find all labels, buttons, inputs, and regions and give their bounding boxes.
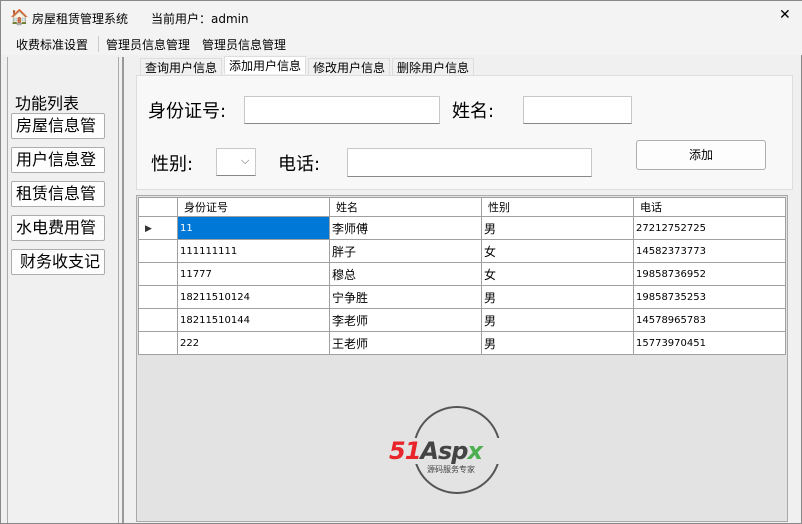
table-cell[interactable]: 111111111: [177, 239, 330, 263]
table-cell[interactable]: 穆总: [329, 262, 482, 286]
row-header[interactable]: [138, 308, 178, 332]
table-cell[interactable]: 11777: [177, 262, 330, 286]
menu-admin-info-2[interactable]: 管理员信息管理: [202, 36, 286, 53]
table-cell[interactable]: 18211510124: [177, 285, 330, 309]
tab-query-user[interactable]: 查询用户信息: [140, 58, 223, 76]
table-row[interactable]: 222 王老师男 15773970451: [138, 331, 786, 355]
table-cell[interactable]: 222: [177, 331, 330, 355]
gender-label: 性别:: [151, 154, 194, 175]
sidebar-group-title: 功能列表: [15, 94, 80, 113]
table-row[interactable]: 11777 穆总女 19858736952: [138, 262, 786, 286]
table-cell[interactable]: 男: [481, 285, 634, 309]
splitter[interactable]: [122, 57, 124, 523]
gender-select[interactable]: ⌵: [216, 148, 256, 176]
chevron-down-icon: ⌵: [241, 154, 250, 167]
user-table: 身份证号 姓名 性别 电话 ▶ 11 李师傅男 27212752725 11111111…: [138, 197, 786, 355]
table-cell[interactable]: 女: [481, 262, 634, 286]
table-cell[interactable]: 男: [481, 331, 634, 355]
sidebar-item-finance[interactable]: 财务收支记: [11, 249, 105, 275]
row-header[interactable]: [138, 239, 178, 263]
table-row[interactable]: 18211510124 宁争胜男 19858735253: [138, 285, 786, 309]
row-header[interactable]: [138, 262, 178, 286]
tab-edit-user[interactable]: 修改用户信息: [308, 58, 391, 76]
user-grid: 身份证号 姓名 性别 电话 ▶ 11 李师傅男 27212752725 11111111…: [136, 195, 788, 522]
menu-admin-info[interactable]: 管理员信息管理: [106, 36, 190, 53]
table-cell[interactable]: 李师傅: [329, 216, 482, 240]
table-cell[interactable]: 王老师: [329, 331, 482, 355]
name-input[interactable]: [523, 96, 632, 124]
row-header[interactable]: ▶: [138, 216, 178, 240]
column-header-phone[interactable]: 电话: [633, 197, 786, 217]
menu-separator: [98, 36, 99, 52]
current-row-icon: ▶: [145, 223, 152, 234]
table-cell[interactable]: 李老师: [329, 308, 482, 332]
sidebar-item-user[interactable]: 用户信息登: [11, 147, 105, 173]
row-header-corner: [138, 197, 178, 217]
sidebar-item-rental[interactable]: 租赁信息管: [11, 181, 105, 207]
table-cell[interactable]: 宁争胜: [329, 285, 482, 309]
house-icon: 🏠: [10, 8, 29, 26]
row-header[interactable]: [138, 285, 178, 309]
table-cell[interactable]: 18211510144: [177, 308, 330, 332]
table-cell[interactable]: 男: [481, 216, 634, 240]
sidebar-item-house[interactable]: 房屋信息管: [11, 113, 105, 139]
table-cell[interactable]: 27212752725: [633, 216, 786, 240]
table-row[interactable]: 18211510144 李老师男 14578965783: [138, 308, 786, 332]
table-row[interactable]: ▶ 11 李师傅男 27212752725: [138, 216, 786, 240]
table-cell[interactable]: 19858735253: [633, 285, 786, 309]
current-user: 当前用户：admin: [151, 12, 249, 26]
table-cell[interactable]: 15773970451: [633, 331, 786, 355]
tab-add-user[interactable]: 添加用户信息: [224, 56, 307, 74]
table-cell[interactable]: 11: [177, 216, 330, 240]
column-header-gender[interactable]: 性别: [481, 197, 634, 217]
table-cell[interactable]: 男: [481, 308, 634, 332]
title-bar: 🏠 房屋租赁管理系统 当前用户：admin ✕: [1, 1, 802, 33]
menu-fee-settings[interactable]: 收费标准设置: [16, 36, 88, 53]
phone-input[interactable]: [347, 148, 592, 177]
id-input[interactable]: [244, 96, 440, 124]
phone-label: 电话:: [278, 154, 321, 175]
table-cell[interactable]: 女: [481, 239, 634, 263]
close-button[interactable]: ✕: [779, 7, 791, 23]
sidebar-item-utilities[interactable]: 水电费用管: [11, 215, 105, 241]
table-row[interactable]: 111111111 胖子女 14582373773: [138, 239, 786, 263]
table-cell[interactable]: 14578965783: [633, 308, 786, 332]
row-header[interactable]: [138, 331, 178, 355]
name-label: 姓名:: [452, 101, 495, 122]
id-label: 身份证号:: [148, 101, 227, 122]
table-cell[interactable]: 19858736952: [633, 262, 786, 286]
menu-bar: 收费标准设置 管理员信息管理 管理员信息管理: [1, 33, 802, 55]
table-cell[interactable]: 胖子: [329, 239, 482, 263]
add-button[interactable]: 添加: [636, 140, 766, 170]
table-cell[interactable]: 14582373773: [633, 239, 786, 263]
watermark-logo: 51Aspx 源码服务专家: [389, 404, 529, 504]
column-header-id[interactable]: 身份证号: [177, 197, 330, 217]
app-title: 房屋租赁管理系统: [32, 12, 129, 26]
column-header-name[interactable]: 姓名: [329, 197, 482, 217]
tab-delete-user[interactable]: 删除用户信息: [392, 58, 475, 76]
